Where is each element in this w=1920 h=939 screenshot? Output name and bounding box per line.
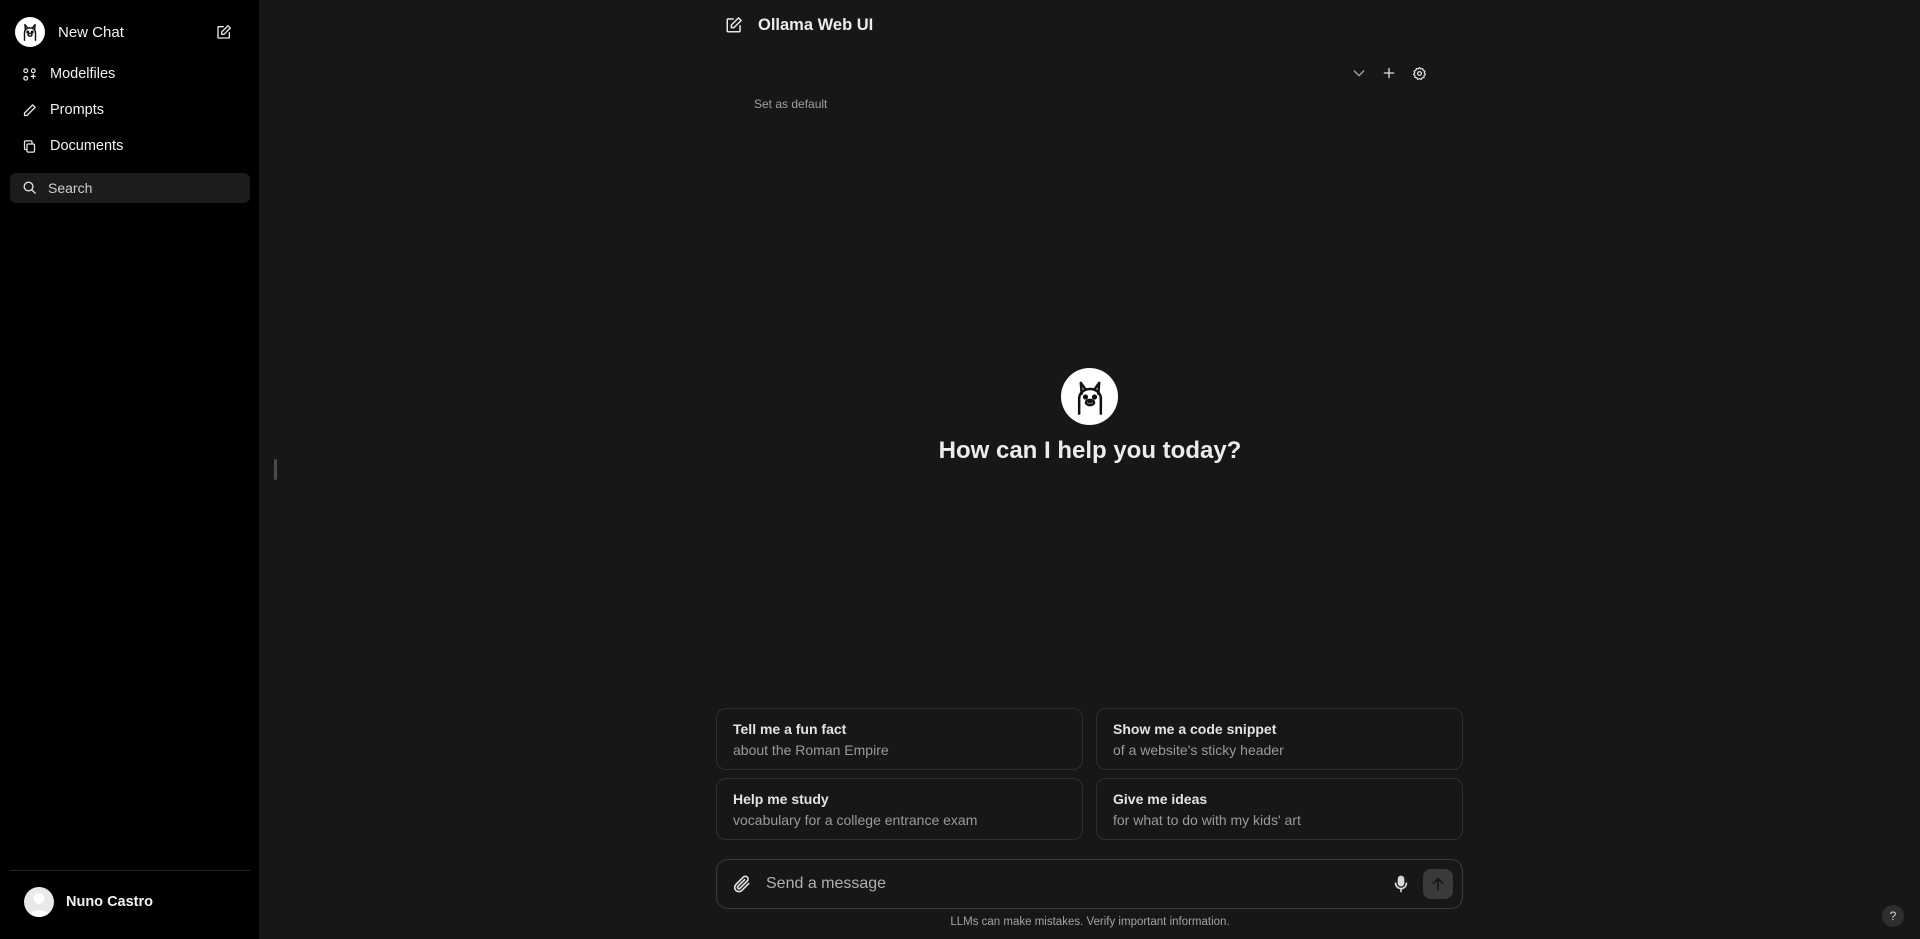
- modelfiles-icon: [20, 65, 38, 83]
- add-model-icon[interactable]: [1380, 64, 1398, 82]
- suggestion-card[interactable]: Give me ideas for what to do with my kid…: [1096, 778, 1463, 840]
- message-input[interactable]: [766, 875, 1391, 893]
- compose-icon[interactable]: [213, 21, 235, 43]
- send-button[interactable]: [1423, 869, 1453, 899]
- avatar: [24, 887, 54, 917]
- ollama-logo-icon: [1061, 368, 1118, 425]
- new-chat-icon[interactable]: [725, 16, 743, 34]
- user-menu[interactable]: Nuno Castro: [24, 887, 153, 917]
- sidebar-item-documents[interactable]: Documents: [10, 130, 250, 162]
- sidebar-item-label: Documents: [50, 138, 124, 154]
- sidebar-item-label: Prompts: [50, 102, 104, 118]
- suggestion-card[interactable]: Help me study vocabulary for a college e…: [716, 778, 1083, 840]
- sidebar-item-prompts[interactable]: Prompts: [10, 94, 250, 126]
- arrow-up-icon: [1432, 877, 1444, 891]
- suggestion-title: Help me study: [733, 791, 829, 807]
- documents-icon: [20, 137, 38, 155]
- suggestion-subtitle: of a website's sticky header: [1113, 742, 1284, 758]
- help-button[interactable]: ?: [1882, 905, 1904, 927]
- new-chat-label: New Chat: [58, 23, 124, 41]
- message-composer: [716, 859, 1463, 909]
- suggestion-subtitle: vocabulary for a college entrance exam: [733, 812, 978, 828]
- new-chat-button[interactable]: New Chat: [10, 14, 243, 50]
- microphone-icon[interactable]: [1391, 874, 1411, 894]
- search-icon: [22, 180, 38, 196]
- paperclip-icon[interactable]: [732, 874, 752, 894]
- pencil-icon: [20, 101, 38, 119]
- suggestion-card[interactable]: Tell me a fun fact about the Roman Empir…: [716, 708, 1083, 770]
- set-as-default-link[interactable]: Set as default: [754, 97, 827, 111]
- model-controls: [1350, 64, 1428, 82]
- settings-gear-icon[interactable]: [1410, 64, 1428, 82]
- suggestion-title: Give me ideas: [1113, 791, 1208, 807]
- suggestion-subtitle: about the Roman Empire: [733, 742, 889, 758]
- sidebar-item-modelfiles[interactable]: Modelfiles: [10, 58, 250, 90]
- sidebar: New Chat Modelfiles Prompts Documents Se…: [0, 0, 259, 939]
- ollama-logo-icon: [15, 17, 45, 47]
- suggestion-subtitle: for what to do with my kids' art: [1113, 812, 1301, 828]
- user-name: Nuno Castro: [66, 894, 153, 910]
- suggestion-title: Show me a code snippet: [1113, 721, 1277, 737]
- page-title: Ollama Web UI: [758, 16, 874, 34]
- sidebar-divider: [10, 870, 250, 871]
- suggestion-title: Tell me a fun fact: [733, 721, 847, 737]
- welcome-heading: How can I help you today?: [938, 437, 1242, 464]
- search-input[interactable]: [48, 180, 238, 196]
- disclaimer-text: LLMs can make mistakes. Verify important…: [950, 916, 1230, 928]
- suggestion-card[interactable]: Show me a code snippet of a website's st…: [1096, 708, 1463, 770]
- search-bar[interactable]: [10, 173, 250, 203]
- chevron-down-icon[interactable]: [1350, 64, 1368, 82]
- sidebar-item-label: Modelfiles: [50, 66, 116, 82]
